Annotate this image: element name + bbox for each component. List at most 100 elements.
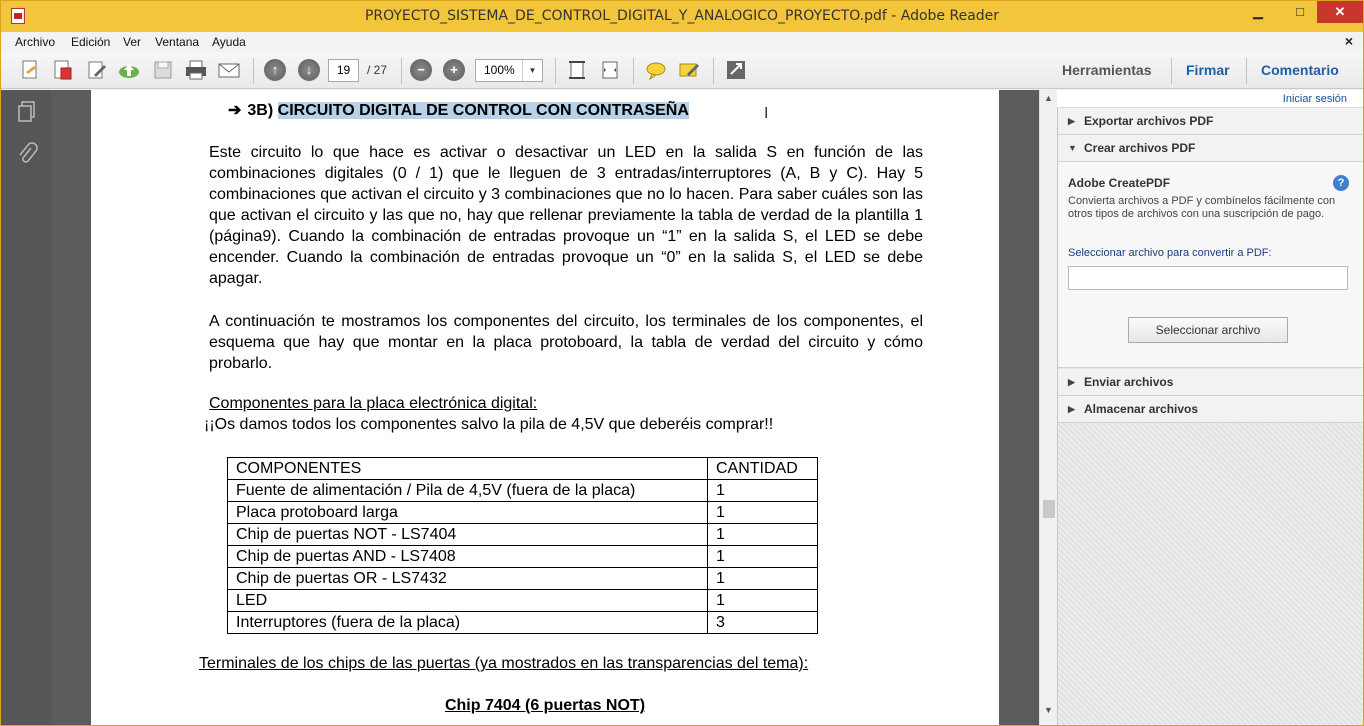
triangle-right-icon: ▶ — [1068, 377, 1075, 387]
paragraph[interactable]: A continuación te mostramos los componen… — [209, 311, 923, 374]
section-heading[interactable]: ➔ 3B) CIRCUITO DIGITAL DE CONTROL CON CON… — [228, 100, 689, 120]
table-cell: 1 — [707, 545, 818, 568]
text-cursor-icon: Ι — [764, 105, 769, 122]
maximize-button[interactable]: □ — [1283, 1, 1317, 23]
fit-page-icon[interactable] — [565, 59, 589, 81]
create-pdf-body: Adobe CreatePDF ? Convierta archivos a P… — [1058, 162, 1363, 368]
previous-page-icon[interactable]: ↑ — [264, 59, 286, 81]
table-row: Chip de puertas OR - LS7432 1 — [227, 567, 818, 590]
tools-button[interactable]: Herramientas — [1062, 62, 1152, 78]
app-window: PROYECTO_SISTEMA_DE_CONTROL_DIGITAL_Y_AN… — [0, 0, 1364, 726]
highlight-icon[interactable] — [677, 59, 701, 81]
scroll-down-icon[interactable]: ▼ — [1040, 705, 1057, 715]
toolbar-separator — [1246, 58, 1247, 84]
email-icon[interactable] — [217, 59, 241, 81]
pdf-page[interactable]: ➔ 3B) CIRCUITO DIGITAL DE CONTROL CON CON… — [91, 90, 999, 725]
document-view[interactable]: ➔ 3B) CIRCUITO DIGITAL DE CONTROL CON CON… — [51, 90, 1039, 725]
table-cell: 1 — [707, 567, 818, 590]
toolbar: ↑ ↓ 19 / 27 − + 100% ▼ Herramientas Firm — [1, 52, 1363, 89]
createpdf-description: Convierta archivos a PDF y combínelos fá… — [1068, 195, 1336, 220]
arrow-right-icon: ➔ — [228, 102, 242, 119]
table-row: Interruptores (fuera de la placa) 3 — [227, 611, 818, 634]
navigation-pane — [1, 90, 51, 725]
sign-in-link[interactable]: Iniciar sesión — [1057, 90, 1363, 108]
table-row: Chip de puertas AND - LS7408 1 — [227, 545, 818, 568]
page-total: / 27 — [367, 63, 388, 77]
save-icon[interactable] — [151, 59, 175, 81]
zoom-in-icon[interactable]: + — [443, 59, 465, 81]
comment-button[interactable]: Comentario — [1261, 62, 1339, 78]
components-title[interactable]: Componentes para la placa electrónica di… — [209, 395, 537, 413]
help-icon[interactable]: ? — [1333, 175, 1349, 191]
select-file-button[interactable]: Seleccionar archivo — [1128, 317, 1288, 343]
table-header-row: COMPONENTES CANTIDAD — [227, 457, 818, 480]
menu-ver[interactable]: Ver — [123, 35, 141, 49]
selected-text[interactable]: CIRCUITO DIGITAL DE CONTROL CON CONTRASE… — [277, 102, 689, 119]
scroll-thumb[interactable] — [1043, 500, 1055, 518]
cloud-upload-icon[interactable] — [117, 59, 141, 81]
table-cell: 1 — [707, 501, 818, 524]
heading-prefix: 3B) — [247, 102, 274, 119]
create-pdf-panel[interactable]: ▼ Crear archivos PDF — [1058, 135, 1363, 162]
panel-label: Exportar archivos PDF — [1084, 114, 1214, 128]
terminals-title[interactable]: Terminales de los chips de las puertas (… — [199, 655, 808, 673]
toolbar-separator — [713, 58, 714, 84]
panel-label: Almacenar archivos — [1084, 402, 1199, 416]
table-cell: LED — [227, 589, 708, 612]
paragraph[interactable]: Este circuito lo que hace es activar o d… — [209, 142, 923, 289]
combine-pdf-icon[interactable] — [51, 59, 75, 81]
sign-button[interactable]: Firmar — [1186, 62, 1230, 78]
createpdf-title: Adobe CreatePDF — [1068, 176, 1171, 190]
table-header: CANTIDAD — [707, 457, 818, 480]
triangle-right-icon: ▶ — [1068, 116, 1075, 126]
close-button[interactable]: ✕ — [1317, 1, 1363, 23]
table-cell: Interruptores (fuera de la placa) — [227, 611, 708, 634]
zoom-value: 100% — [484, 63, 515, 77]
comment-icon[interactable] — [644, 59, 668, 81]
scroll-up-icon[interactable]: ▲ — [1040, 93, 1057, 103]
next-page-icon[interactable]: ↓ — [298, 59, 320, 81]
table-cell: 1 — [707, 479, 818, 502]
store-files-panel[interactable]: ▶ Almacenar archivos — [1058, 396, 1363, 423]
select-file-label: Seleccionar archivo para convertir a PDF… — [1068, 247, 1272, 259]
menu-bar: Archivo Edición Ver Ventana Ayuda × — [1, 32, 1363, 52]
export-pdf-panel[interactable]: ▶ Exportar archivos PDF — [1058, 108, 1363, 135]
components-table: COMPONENTES CANTIDAD Fuente de alimentac… — [227, 457, 818, 634]
table-cell: Chip de puertas NOT - LS7404 — [227, 523, 708, 546]
table-cell: 1 — [707, 589, 818, 612]
send-files-panel[interactable]: ▶ Enviar archivos — [1058, 369, 1363, 396]
create-pdf-icon[interactable] — [19, 59, 43, 81]
menu-ayuda[interactable]: Ayuda — [212, 35, 246, 49]
menu-archivo[interactable]: Archivo — [15, 35, 55, 49]
menu-edicion[interactable]: Edición — [71, 35, 110, 49]
print-icon[interactable] — [184, 59, 208, 81]
file-path-field[interactable] — [1068, 266, 1348, 290]
table-cell: Fuente de alimentación / Pila de 4,5V (f… — [227, 479, 708, 502]
edit-icon[interactable] — [85, 59, 109, 81]
page-number-input[interactable]: 19 — [328, 59, 359, 82]
table-row: Chip de puertas NOT - LS7404 1 — [227, 523, 818, 546]
fit-width-icon[interactable] — [598, 59, 622, 81]
attachments-icon[interactable] — [15, 142, 39, 166]
zoom-out-icon[interactable]: − — [410, 59, 432, 81]
minimize-button[interactable]: ▁ — [1241, 1, 1275, 23]
toolbar-separator — [555, 58, 556, 84]
components-note[interactable]: ¡¡Os damos todos los componentes salvo l… — [204, 416, 773, 434]
title-bar: PROYECTO_SISTEMA_DE_CONTROL_DIGITAL_Y_AN… — [1, 1, 1363, 32]
close-document-icon[interactable]: × — [1345, 33, 1353, 49]
toolbar-separator — [401, 58, 402, 84]
table-row: Fuente de alimentación / Pila de 4,5V (f… — [227, 479, 818, 502]
toolbar-separator — [253, 58, 254, 84]
zoom-select[interactable]: 100% ▼ — [475, 59, 543, 82]
tools-pane: Iniciar sesión ▶ Exportar archivos PDF ▼… — [1057, 90, 1363, 725]
vertical-scrollbar[interactable]: ▲ ▼ — [1039, 90, 1057, 725]
chip-title[interactable]: Chip 7404 (6 puertas NOT) — [91, 697, 999, 715]
table-cell: 1 — [707, 523, 818, 546]
panel-label: Crear archivos PDF — [1084, 141, 1196, 155]
menu-ventana[interactable]: Ventana — [155, 35, 199, 49]
page-thumbnails-icon[interactable] — [15, 100, 39, 124]
chevron-down-icon[interactable]: ▼ — [522, 60, 542, 81]
triangle-down-icon: ▼ — [1068, 143, 1077, 153]
table-header: COMPONENTES — [227, 457, 708, 480]
fullscreen-icon[interactable] — [724, 59, 748, 81]
